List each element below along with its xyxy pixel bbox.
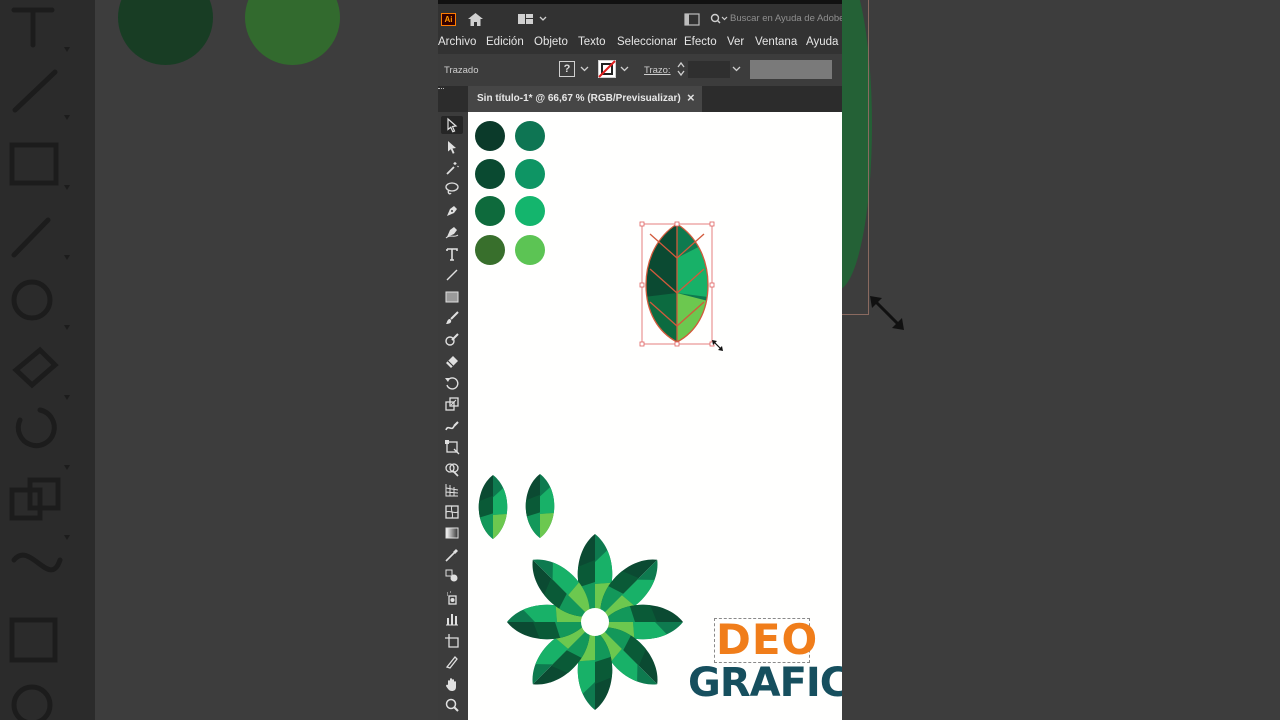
selected-leaf[interactable] [636, 218, 746, 358]
artboard-tool-icon[interactable] [441, 632, 463, 650]
menu-ver[interactable]: Ver [727, 36, 744, 48]
menu-objeto[interactable]: Objeto [534, 36, 568, 48]
slice-tool-icon[interactable] [441, 653, 463, 671]
tools-panel [438, 112, 468, 720]
menu-texto[interactable]: Texto [578, 36, 606, 48]
control-bar: Trazado ? Trazo: [438, 54, 842, 86]
rotate-tool-icon[interactable] [441, 374, 463, 392]
paintbrush-tool-icon[interactable] [441, 309, 463, 327]
mesh-tool-icon[interactable] [441, 503, 463, 521]
perspective-grid-tool-icon[interactable] [441, 481, 463, 499]
variable-width-profile[interactable] [750, 60, 832, 79]
flower-center [581, 608, 609, 636]
help-search-input[interactable]: Buscar en Ayuda de Adobe [730, 13, 842, 24]
panel-grip [438, 88, 444, 91]
color-swatch-light-2[interactable] [515, 159, 545, 189]
blurred-backdrop-right [842, 0, 1280, 720]
fill-swatch[interactable]: ? [559, 61, 575, 77]
leaf-flower[interactable] [503, 530, 687, 714]
eyedropper-tool-icon[interactable] [441, 546, 463, 564]
stroke-weight-stepper-icon[interactable] [677, 61, 685, 77]
color-swatch-dark-3[interactable] [475, 196, 505, 226]
zoom-tool-icon[interactable] [441, 696, 463, 714]
stroke-swatch-icon[interactable] [598, 60, 616, 78]
menu-bar: Archivo Edición Objeto Texto Seleccionar… [438, 34, 842, 54]
column-graph-tool-icon[interactable] [441, 610, 463, 628]
selection-type-label: Trazado [444, 65, 479, 76]
workspace-layout-icon[interactable] [518, 13, 548, 26]
chevron-down-icon[interactable] [620, 66, 629, 72]
artboard-canvas[interactable]: DEO GRAFIC [468, 112, 842, 720]
scale-tool-icon[interactable] [441, 395, 463, 413]
direct-selection-tool-icon[interactable] [441, 138, 463, 156]
watermark-bottom-text: GRAFIC [688, 660, 842, 706]
ghost-toolbar [0, 0, 95, 720]
stroke-weight-input[interactable] [688, 61, 730, 78]
curvature-tool-icon[interactable] [441, 223, 463, 241]
eraser-tool-icon[interactable] [441, 352, 463, 370]
menu-seleccionar[interactable]: Seleccionar [617, 36, 677, 48]
type-tool-icon[interactable] [441, 245, 463, 263]
color-swatch-dark-1[interactable] [475, 121, 505, 151]
chevron-down-icon[interactable] [732, 66, 741, 72]
blend-tool-icon[interactable] [441, 567, 463, 585]
symbol-sprayer-tool-icon[interactable] [441, 589, 463, 607]
line-segment-tool-icon[interactable] [441, 266, 463, 284]
gradient-tool-icon[interactable] [441, 524, 463, 542]
deografic-watermark: DEO GRAFIC [688, 615, 842, 712]
ghost-swatch [245, 0, 340, 65]
pen-tool-icon[interactable] [441, 202, 463, 220]
chevron-down-icon[interactable] [580, 66, 589, 72]
magic-wand-tool-icon[interactable] [441, 159, 463, 177]
document-title: Sin título-1* @ 66,67 % (RGB/Previsualiz… [477, 93, 681, 104]
document-tab[interactable]: Sin título-1* @ 66,67 % (RGB/Previsualiz… [468, 86, 702, 112]
menu-ventana[interactable]: Ventana [755, 36, 797, 48]
menu-edicion[interactable]: Edición [486, 36, 524, 48]
color-swatch-light-4[interactable] [515, 235, 545, 265]
hand-tool-icon[interactable] [441, 675, 463, 693]
home-icon[interactable] [467, 12, 484, 27]
ghost-swatch [118, 0, 213, 65]
close-tab-icon[interactable]: × [687, 90, 695, 105]
shaper-tool-icon[interactable] [441, 331, 463, 349]
illustrator-logo-icon: Ai [441, 13, 456, 26]
arrange-documents-icon[interactable] [684, 13, 700, 26]
menu-efecto[interactable]: Efecto [684, 36, 717, 48]
color-swatch-light-1[interactable] [515, 121, 545, 151]
shape-builder-tool-icon[interactable] [441, 460, 463, 478]
search-icon[interactable] [710, 13, 730, 25]
warp-tool-icon[interactable] [441, 417, 463, 435]
ghost-tool-icons [9, 7, 70, 720]
free-transform-tool-icon[interactable] [441, 438, 463, 456]
watermark-top-text: DEO [716, 615, 819, 664]
rectangle-tool-icon[interactable] [441, 288, 463, 306]
stroke-label: Trazo: [644, 65, 671, 76]
ghost-bounding-box [868, 0, 869, 315]
color-swatch-light-3[interactable] [515, 196, 545, 226]
ghost-resize-cursor-icon [870, 296, 904, 330]
illustrator-window: Ai Buscar en Ayuda de Adobe Archivo Edic… [438, 0, 842, 720]
selection-tool-icon[interactable] [441, 116, 463, 134]
menu-ayuda[interactable]: Ayuda [806, 36, 838, 48]
app-bar: Ai Buscar en Ayuda de Adobe [438, 0, 842, 34]
lasso-tool-icon[interactable] [441, 180, 463, 198]
menu-archivo[interactable]: Archivo [438, 36, 476, 48]
blurred-backdrop-left [0, 0, 438, 720]
color-swatch-dark-4[interactable] [475, 235, 505, 265]
color-swatch-dark-2[interactable] [475, 159, 505, 189]
